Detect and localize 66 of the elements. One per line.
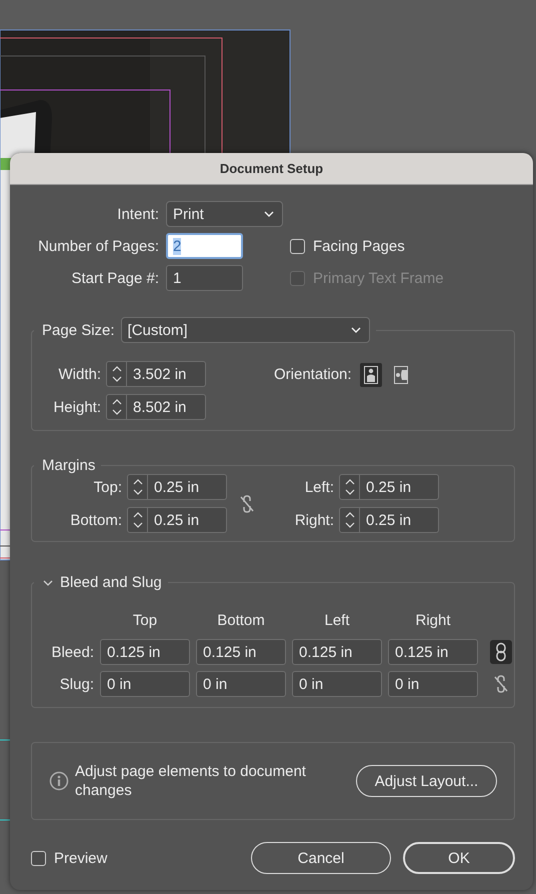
broken-chain-icon [493,674,509,694]
group-label: Bleed and Slug [60,574,162,591]
stepper-button[interactable] [339,507,360,533]
landscape-icon [394,366,408,384]
portrait-icon [364,366,378,384]
number-field[interactable]: 0 in [388,671,478,697]
broken-chain-icon [239,494,255,514]
disclosure-icon[interactable] [42,578,54,586]
stepper-button[interactable] [106,394,127,420]
column-header: Right [414,612,452,628]
up-down-icon [112,399,122,415]
cancel-button[interactable]: Cancel [251,842,391,874]
number-field[interactable]: 0.25 in [148,474,227,500]
field-label: Top: [92,478,123,496]
column-header: Bottom [216,612,266,628]
group-label: Page Size: [42,322,115,338]
checkbox-label: Preview [54,850,108,866]
field-label: Left: [304,478,335,496]
stepper-button[interactable] [106,361,127,387]
number-field[interactable]: 0 in [100,671,190,697]
number-field[interactable]: 0.125 in [196,639,286,665]
field-label: Orientation: [274,366,352,383]
number-field[interactable]: 0.25 in [360,474,439,500]
group-label: Margins [42,457,96,474]
up-down-icon [132,479,142,495]
number-field[interactable]: 0.125 in [388,639,478,665]
number-field[interactable]: 0.125 in [292,639,382,665]
number-field[interactable]: 8.502 in [127,394,206,420]
adjust-layout-button[interactable]: Adjust Layout... [356,765,497,797]
up-down-icon [344,479,354,495]
info-text: Adjust page elements to document changes [75,762,307,800]
intent-dropdown[interactable]: Print [166,201,283,227]
page-size-dropdown[interactable]: [Custom] [120,317,370,343]
number-field[interactable]: 0 in [292,671,382,697]
stepper-button[interactable] [339,474,360,500]
column-header: Left [323,612,351,628]
stepper-button[interactable] [127,507,148,533]
window-title: Document Setup [220,161,324,176]
field-label: Right: [294,512,335,528]
chain-button[interactable] [490,640,512,664]
checkbox-label: Facing Pages [313,238,405,254]
ok-button[interactable]: OK [403,842,515,874]
field-label: Width: [57,366,102,382]
stepper-button[interactable] [127,474,148,500]
row-label: Slug: [58,676,94,692]
info-icon [49,771,69,791]
field-label: Height: [52,398,102,416]
field-label: Intent: [116,206,159,222]
chain-icon [495,642,507,662]
number-field[interactable]: 0.125 in [100,639,190,665]
number-field[interactable]: 3.502 in [127,361,206,387]
number-field[interactable]: 0.25 in [148,507,227,533]
up-down-icon [112,366,122,382]
field-label: Number of Pages: [37,238,159,254]
start-page-field[interactable]: 1 [166,265,243,291]
portrait-button[interactable] [360,362,382,386]
number-field[interactable]: 0.25 in [360,507,439,533]
chevron-down-icon [350,327,361,333]
field-label: Start Page #: [70,270,159,286]
up-down-icon [344,512,354,528]
number-field[interactable]: 0 in [196,671,286,697]
row-label: Bleed: [50,644,94,660]
column-header: Top [132,612,158,628]
up-down-icon [132,512,142,528]
chevron-down-icon [264,211,274,217]
field-label: Bottom: [69,512,123,528]
